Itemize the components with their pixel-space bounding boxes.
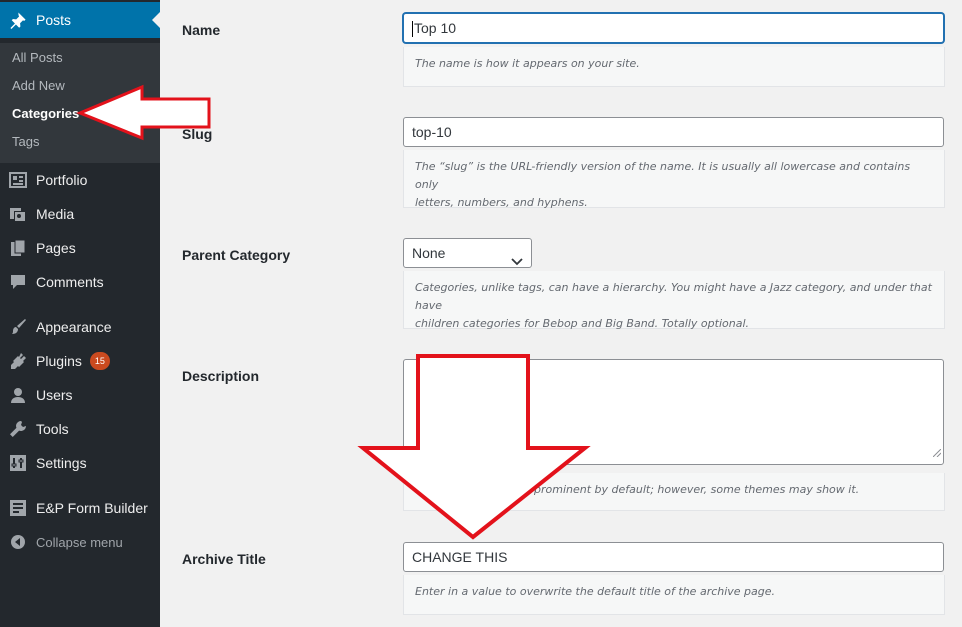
menu-comments[interactable]: Comments bbox=[0, 265, 160, 299]
archive-title-description: Enter in a value to overwrite the defaul… bbox=[403, 575, 945, 615]
paintbrush-icon bbox=[0, 318, 36, 336]
archive-title-input[interactable]: CHANGE THIS bbox=[403, 542, 944, 572]
submenu-tags[interactable]: Tags bbox=[12, 134, 39, 149]
pages-icon bbox=[0, 239, 36, 257]
submenu-categories[interactable]: Categories bbox=[12, 106, 79, 121]
parent-category-selected: None bbox=[412, 245, 446, 261]
portfolio-icon bbox=[0, 172, 36, 188]
comments-icon bbox=[0, 274, 36, 290]
menu-plugins[interactable]: Plugins 15 bbox=[0, 344, 160, 378]
menu-appearance-label: Appearance bbox=[36, 319, 112, 335]
posts-submenu: All Posts Add New Categories Tags bbox=[0, 43, 160, 163]
menu-portfolio[interactable]: Portfolio bbox=[0, 163, 160, 197]
description-help-text: prominent by default; however, some them… bbox=[534, 483, 860, 496]
resize-handle-icon[interactable] bbox=[932, 444, 942, 462]
slug-value: top-10 bbox=[412, 124, 452, 140]
menu-plugins-label: Plugins bbox=[36, 353, 82, 369]
menu-form-builder-label: E&P Form Builder bbox=[36, 500, 148, 516]
media-icon bbox=[0, 205, 36, 223]
parent-category-label: Parent Category bbox=[182, 247, 291, 263]
pushpin-icon bbox=[0, 11, 36, 29]
menu-settings-label: Settings bbox=[36, 455, 87, 471]
menu-pages-label: Pages bbox=[36, 240, 76, 256]
menu-comments-label: Comments bbox=[36, 274, 104, 290]
menu-tools[interactable]: Tools bbox=[0, 412, 160, 446]
submenu-all-posts[interactable]: All Posts bbox=[12, 50, 63, 65]
slug-label: Slug bbox=[182, 126, 213, 142]
parent-description-line2: children categories for Bebop and Big Ba… bbox=[415, 317, 750, 330]
menu-users-label: Users bbox=[36, 387, 73, 403]
menu-form-builder[interactable]: E&P Form Builder bbox=[0, 491, 160, 525]
admin-sidebar: Posts All Posts Add New Categories Tags … bbox=[0, 0, 160, 627]
menu-portfolio-label: Portfolio bbox=[36, 172, 88, 188]
text-caret bbox=[412, 21, 413, 38]
slug-description-line2: letters, numbers, and hyphens. bbox=[415, 196, 588, 209]
users-icon bbox=[0, 387, 36, 403]
description-textarea[interactable] bbox=[403, 359, 944, 465]
form-icon bbox=[0, 499, 36, 517]
menu-tools-label: Tools bbox=[36, 421, 69, 437]
collapse-menu-button[interactable]: Collapse menu bbox=[0, 525, 160, 559]
plugin-icon bbox=[0, 352, 36, 370]
archive-title-description-text: Enter in a value to overwrite the defaul… bbox=[415, 585, 776, 598]
parent-category-description: Categories, unlike tags, can have a hier… bbox=[403, 271, 945, 330]
archive-title-value: CHANGE THIS bbox=[412, 549, 508, 565]
edit-category-form: Name Top 10 The name is how it appears o… bbox=[160, 0, 962, 627]
collapse-menu-label: Collapse menu bbox=[36, 534, 123, 550]
menu-posts-label: Posts bbox=[36, 12, 72, 28]
menu-pages[interactable]: Pages bbox=[0, 231, 160, 265]
menu-posts[interactable]: Posts bbox=[0, 2, 160, 38]
menu-media[interactable]: Media bbox=[0, 197, 160, 231]
wrench-icon bbox=[0, 420, 36, 438]
slug-description-line1: The “slug” is the URL-friendly version o… bbox=[415, 160, 911, 191]
collapse-icon bbox=[0, 534, 36, 550]
menu-appearance[interactable]: Appearance bbox=[0, 310, 160, 344]
settings-icon bbox=[0, 455, 36, 471]
slug-description: The “slug” is the URL-friendly version o… bbox=[403, 150, 945, 209]
slug-input[interactable]: top-10 bbox=[403, 117, 944, 147]
menu-settings[interactable]: Settings bbox=[0, 446, 160, 480]
archive-title-label: Archive Title bbox=[182, 551, 266, 567]
current-menu-caret bbox=[152, 12, 160, 28]
name-description-text: The name is how it appears on your site. bbox=[415, 57, 640, 70]
name-label: Name bbox=[182, 22, 221, 38]
submenu-add-new[interactable]: Add New bbox=[12, 78, 65, 93]
description-help: prominent by default; however, some them… bbox=[403, 473, 945, 511]
menu-media-label: Media bbox=[36, 206, 75, 222]
name-value: Top 10 bbox=[414, 20, 457, 36]
plugins-update-badge: 15 bbox=[89, 352, 110, 370]
parent-description-line1: Categories, unlike tags, can have a hier… bbox=[415, 281, 932, 312]
parent-category-select[interactable]: None bbox=[403, 238, 532, 268]
description-label: Description bbox=[182, 368, 260, 384]
menu-users[interactable]: Users bbox=[0, 378, 160, 412]
name-description: The name is how it appears on your site. bbox=[403, 47, 945, 87]
name-input[interactable]: Top 10 bbox=[403, 13, 944, 43]
